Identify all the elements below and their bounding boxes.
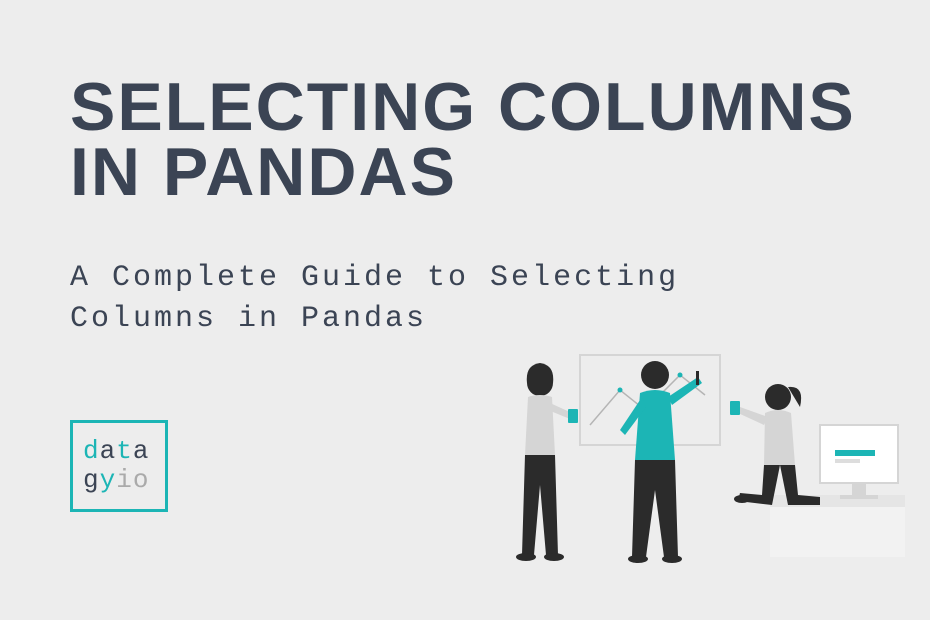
logo-char: g xyxy=(83,465,100,495)
logo-char: a xyxy=(133,436,150,466)
logo-char: a xyxy=(100,436,117,466)
logo-char: o xyxy=(133,465,150,495)
logo-char: y xyxy=(100,465,117,495)
logo-line-2: gyio xyxy=(83,466,155,495)
people-illustration xyxy=(480,315,910,565)
logo-char: d xyxy=(83,436,100,466)
logo-char: i xyxy=(116,465,133,495)
logo-line-1: data xyxy=(83,437,155,466)
logo-char: t xyxy=(116,436,133,466)
brand-logo: data gyio xyxy=(70,420,168,512)
page-title: SELECTING COLUMNSIN PANDAS xyxy=(70,75,856,204)
